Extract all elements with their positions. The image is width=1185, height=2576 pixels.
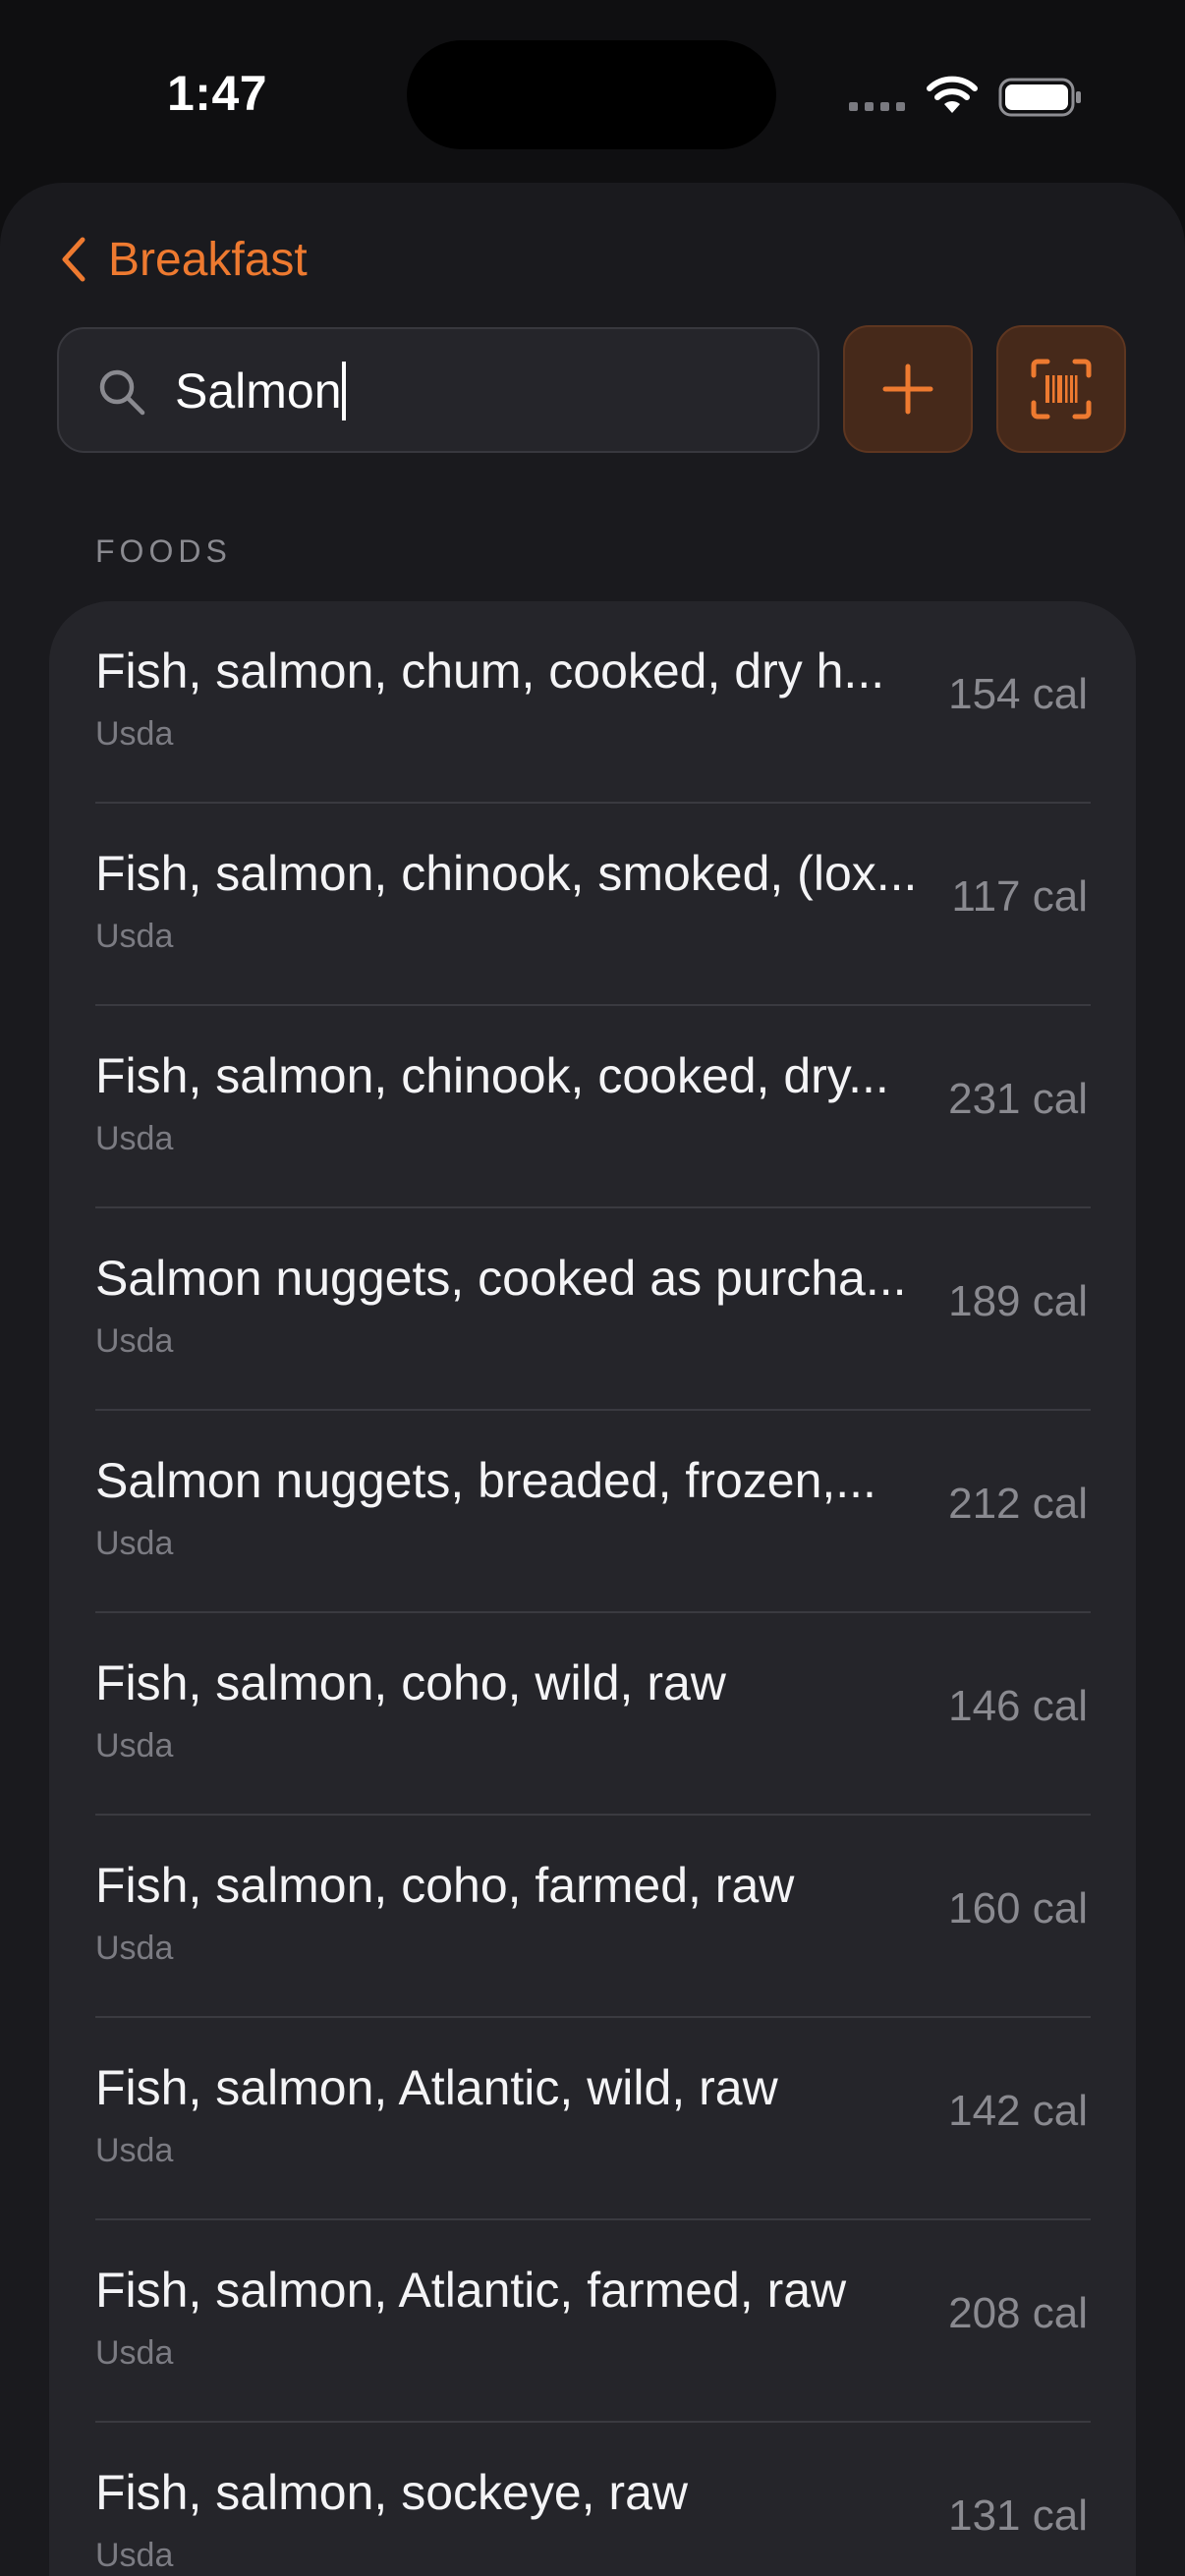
food-name: Salmon nuggets, cooked as purcha... xyxy=(95,1251,907,1306)
food-calories: 231 cal xyxy=(948,1075,1088,1123)
cellular-dots-icon xyxy=(849,102,905,111)
food-name: Fish, salmon, coho, farmed, raw xyxy=(95,1858,795,1913)
food-name: Salmon nuggets, breaded, frozen,... xyxy=(95,1453,876,1508)
food-row[interactable]: Fish, salmon, chum, cooked, dry h... Usd… xyxy=(95,601,1140,804)
food-row[interactable]: Fish, salmon, chinook, cooked, dry... Us… xyxy=(95,1006,1140,1208)
screen: 1:47 Breakfast Salmon FOODS Fish, salmon… xyxy=(0,0,1185,2576)
food-list: Fish, salmon, chum, cooked, dry h... Usd… xyxy=(49,601,1136,2576)
dynamic-island xyxy=(407,40,776,149)
section-header-foods: FOODS xyxy=(95,533,232,569)
search-icon xyxy=(99,369,145,416)
food-calories: 131 cal xyxy=(948,2492,1088,2540)
chevron-left-icon xyxy=(62,237,85,282)
back-label: Breakfast xyxy=(108,233,308,286)
food-row[interactable]: Fish, salmon, sockeye, raw Usda 131 cal xyxy=(95,2423,1140,2576)
food-name: Fish, salmon, Atlantic, wild, raw xyxy=(95,2060,778,2115)
status-time: 1:47 xyxy=(167,66,268,121)
food-source: Usda xyxy=(95,1322,174,1360)
food-row[interactable]: Salmon nuggets, cooked as purcha... Usda… xyxy=(95,1208,1140,1411)
food-calories: 146 cal xyxy=(948,1682,1088,1730)
food-source: Usda xyxy=(95,2132,174,2169)
search-input[interactable]: Salmon xyxy=(57,327,819,453)
barcode-scan-button[interactable] xyxy=(996,325,1126,453)
food-name: Fish, salmon, chinook, smoked, (lox... xyxy=(95,846,918,901)
food-calories: 212 cal xyxy=(948,1480,1088,1528)
food-calories: 208 cal xyxy=(948,2289,1088,2337)
food-name: Fish, salmon, chum, cooked, dry h... xyxy=(95,644,885,699)
barcode-scan-icon xyxy=(1031,359,1092,420)
text-caret xyxy=(341,362,346,420)
food-source: Usda xyxy=(95,1525,174,1562)
food-row[interactable]: Salmon nuggets, breaded, frozen,... Usda… xyxy=(95,1411,1140,1613)
status-bar: 1:47 xyxy=(0,0,1185,187)
food-row[interactable]: Fish, salmon, coho, farmed, raw Usda 160… xyxy=(95,1816,1140,2018)
food-calories: 189 cal xyxy=(948,1277,1088,1325)
plus-icon xyxy=(882,364,933,415)
food-row[interactable]: Fish, salmon, chinook, smoked, (lox... U… xyxy=(95,804,1140,1006)
food-name: Fish, salmon, coho, wild, raw xyxy=(95,1655,726,1710)
food-source: Usda xyxy=(95,1727,174,1764)
food-source: Usda xyxy=(95,1930,174,1967)
food-row[interactable]: Fish, salmon, Atlantic, wild, raw Usda 1… xyxy=(95,2018,1140,2220)
add-food-button[interactable] xyxy=(843,325,973,453)
back-button[interactable]: Breakfast xyxy=(57,228,308,291)
food-name: Fish, salmon, Atlantic, farmed, raw xyxy=(95,2263,847,2318)
food-calories: 160 cal xyxy=(948,1884,1088,1932)
search-value: Salmon xyxy=(175,364,342,419)
food-calories: 117 cal xyxy=(951,872,1088,921)
food-source: Usda xyxy=(95,1120,174,1157)
food-name: Fish, salmon, chinook, cooked, dry... xyxy=(95,1048,889,1103)
food-row[interactable]: Fish, salmon, coho, wild, raw Usda 146 c… xyxy=(95,1613,1140,1816)
food-source: Usda xyxy=(95,2537,174,2574)
wifi-icon xyxy=(927,76,978,113)
battery-icon xyxy=(998,78,1081,117)
food-name: Fish, salmon, sockeye, raw xyxy=(95,2465,688,2520)
food-calories: 154 cal xyxy=(948,670,1088,718)
food-source: Usda xyxy=(95,918,174,955)
food-source: Usda xyxy=(95,715,174,753)
food-row[interactable]: Fish, salmon, Atlantic, farmed, raw Usda… xyxy=(95,2220,1140,2423)
food-calories: 142 cal xyxy=(948,2087,1088,2135)
food-source: Usda xyxy=(95,2334,174,2372)
search-value-wrapper: Salmon xyxy=(175,362,346,420)
